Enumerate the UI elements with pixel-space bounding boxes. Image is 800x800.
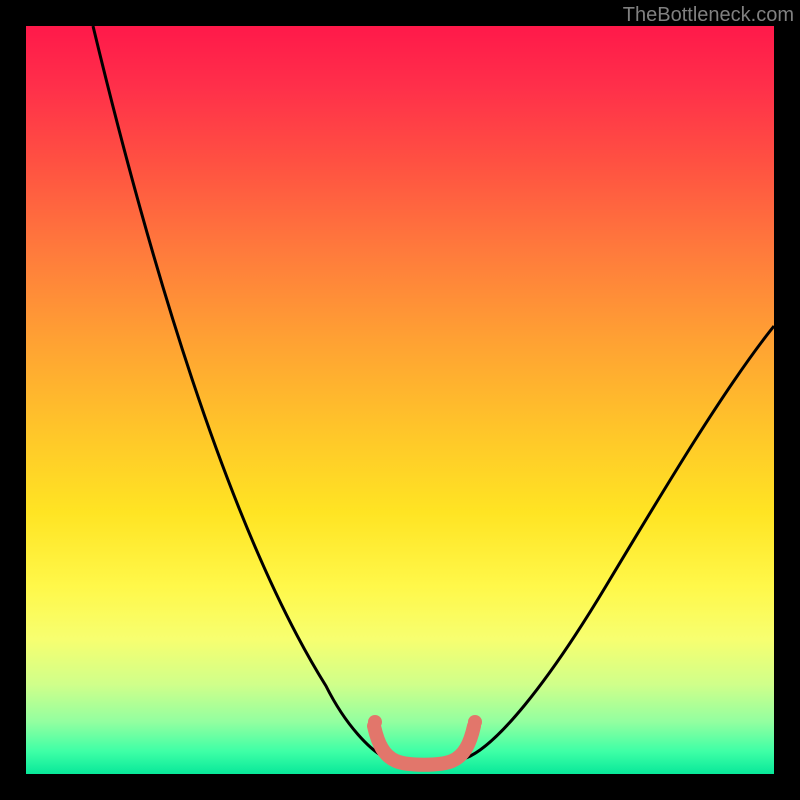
chart-frame: TheBottleneck.com xyxy=(0,0,800,800)
marker-dot-left xyxy=(368,715,382,729)
curve-left xyxy=(93,26,386,758)
attribution-text: TheBottleneck.com xyxy=(623,4,794,27)
curve-right xyxy=(466,326,774,758)
marker-dot-right xyxy=(468,715,482,729)
plot-area xyxy=(26,26,774,774)
marker-hook xyxy=(374,726,474,765)
curves-layer xyxy=(26,26,774,774)
